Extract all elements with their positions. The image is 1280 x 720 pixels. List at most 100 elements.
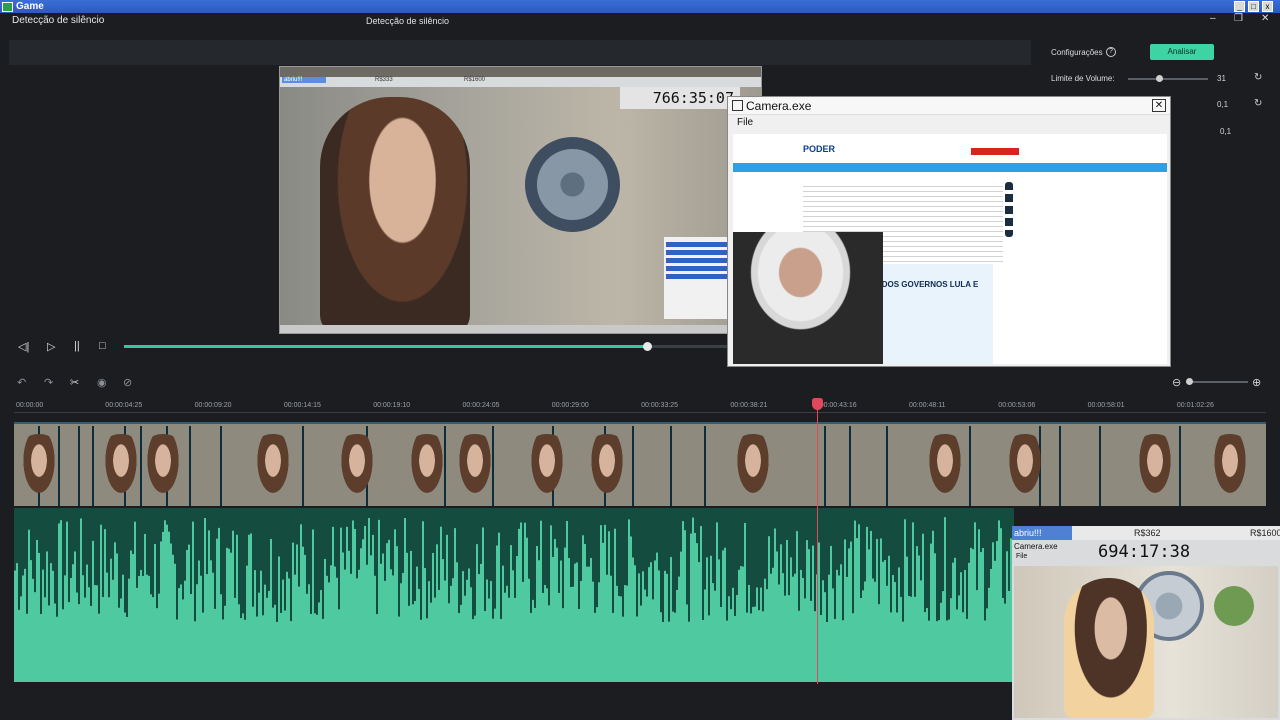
close-button[interactable]: ✕ [1261,13,1269,24]
waveform-bar [496,545,498,682]
stop-button[interactable]: □ [99,340,106,352]
playhead-handle[interactable] [812,398,823,410]
waveform-bar [718,559,720,682]
waveform-bar [684,530,686,682]
undo-icon[interactable]: ↶ [17,376,26,389]
waveform-svg [14,517,1014,682]
camera-menu-file[interactable]: File [728,115,1170,131]
analyze-button[interactable]: Analisar [1150,44,1214,60]
restore-button[interactable]: ❐ [1234,13,1243,24]
help-icon[interactable]: ? [1106,47,1116,57]
waveform-bar [106,572,108,682]
waveform-bar [948,619,950,682]
waveform-bar [130,550,132,682]
hide-icon[interactable]: ⊘ [123,376,132,389]
waveform-bar [680,551,682,682]
camera-window[interactable]: Camera.exe ✕ File PODER COMPARAÇÃO DOS G… [727,96,1171,367]
waveform-bar [30,560,32,682]
clip-thumbnail [406,434,448,504]
video-track[interactable] [14,422,1266,506]
waveform-bar [928,620,930,682]
game-app-icon [2,1,13,12]
waveform-bar [560,560,562,682]
waveform-bar [428,581,430,682]
timeline-ruler[interactable]: 00:00:00 00:00:04:25 00:00:09:20 00:00:14:1… [14,398,1266,412]
volume-slider-handle[interactable] [1156,75,1164,82]
waveform-bar [874,581,876,682]
zoom-in-icon[interactable]: ⊕ [1252,376,1261,389]
waveform-bar [322,618,324,682]
waveform-bar [26,613,28,682]
ruler-tick-label: 00:00:58:01 [1087,402,1125,409]
reset-icon-2[interactable]: ↻ [1254,98,1262,109]
zoom-slider-handle[interactable] [1186,378,1193,385]
waveform-bar [448,603,450,682]
waveform-bar [764,578,766,682]
volume-slider-track[interactable] [1128,78,1208,80]
ruler-tick-label: 00:00:38:21 [730,402,768,409]
zoom-slider-track[interactable] [1186,381,1248,383]
waveform-bar [212,572,214,682]
scissors-icon[interactable]: ✂ [70,376,79,389]
waveform-bar [372,534,374,682]
waveform-bar [28,529,30,682]
waveform-bar [848,548,850,682]
waveform-bar [350,573,352,682]
clip-thumbnail [336,434,378,504]
waveform-bar [540,520,542,682]
waveform-bar [606,574,608,682]
clip-thumbnail [100,434,142,504]
reset-icon[interactable]: ↻ [1254,72,1262,83]
waveform-bar [166,524,168,682]
waveform-bar [938,620,940,682]
waveform-bar [386,543,388,682]
waveform-bar [326,575,328,682]
waveform-bar [568,558,570,682]
clip-divider [78,426,80,506]
prev-frame-button[interactable]: ◁| [18,340,29,353]
waveform-bar [978,529,980,682]
redo-icon[interactable]: ↷ [44,376,53,389]
camera-window-titlebar[interactable]: Camera.exe ✕ [728,97,1170,115]
minimize-button[interactable]: – [1210,13,1216,24]
waveform-bar [204,517,206,682]
close-icon[interactable]: ✕ [1152,99,1166,112]
audio-waveform[interactable] [14,508,1014,682]
video-preview[interactable]: abriu!!! R$333 R$1600 766:35:07 [279,66,762,334]
waveform-bar [694,532,696,682]
waveform-bar [988,587,990,682]
waveform-bar [668,621,670,682]
waveform-bar [1006,551,1008,682]
eye-icon[interactable]: ◉ [97,376,107,389]
waveform-bar [770,573,772,682]
game-minimize-button[interactable]: _ [1234,1,1245,12]
waveform-bar [1008,590,1010,682]
waveform-bar [952,562,954,682]
waveform-bar [134,521,136,682]
progress-handle[interactable] [642,342,652,351]
waveform-bar [254,570,256,682]
waveform-bar [432,552,434,682]
waveform-bar [834,618,836,682]
play-button[interactable]: ▷ [47,340,55,353]
ruler-tick-label: 00:00:14:15 [283,402,321,409]
pause-button[interactable]: || [74,340,80,352]
zoom-out-icon[interactable]: ⊖ [1172,376,1181,389]
waveform-bar [654,560,656,682]
waveform-bar [162,531,164,682]
waveform-bar [218,527,220,682]
game-maximize-button[interactable]: □ [1248,1,1259,12]
waveform-bar [260,570,262,682]
clip-divider [220,426,222,506]
waveform-bar [184,580,186,682]
waveform-bar [44,597,46,682]
waveform-bar [230,552,232,682]
playhead-line[interactable] [817,398,818,684]
waveform-bar [76,592,78,682]
waveform-bar [714,590,716,682]
waveform-bar [926,607,928,682]
waveform-bar [42,569,44,682]
waveform-bar [936,621,938,682]
waveform-bar [934,553,936,682]
game-close-button[interactable]: x [1262,1,1273,12]
